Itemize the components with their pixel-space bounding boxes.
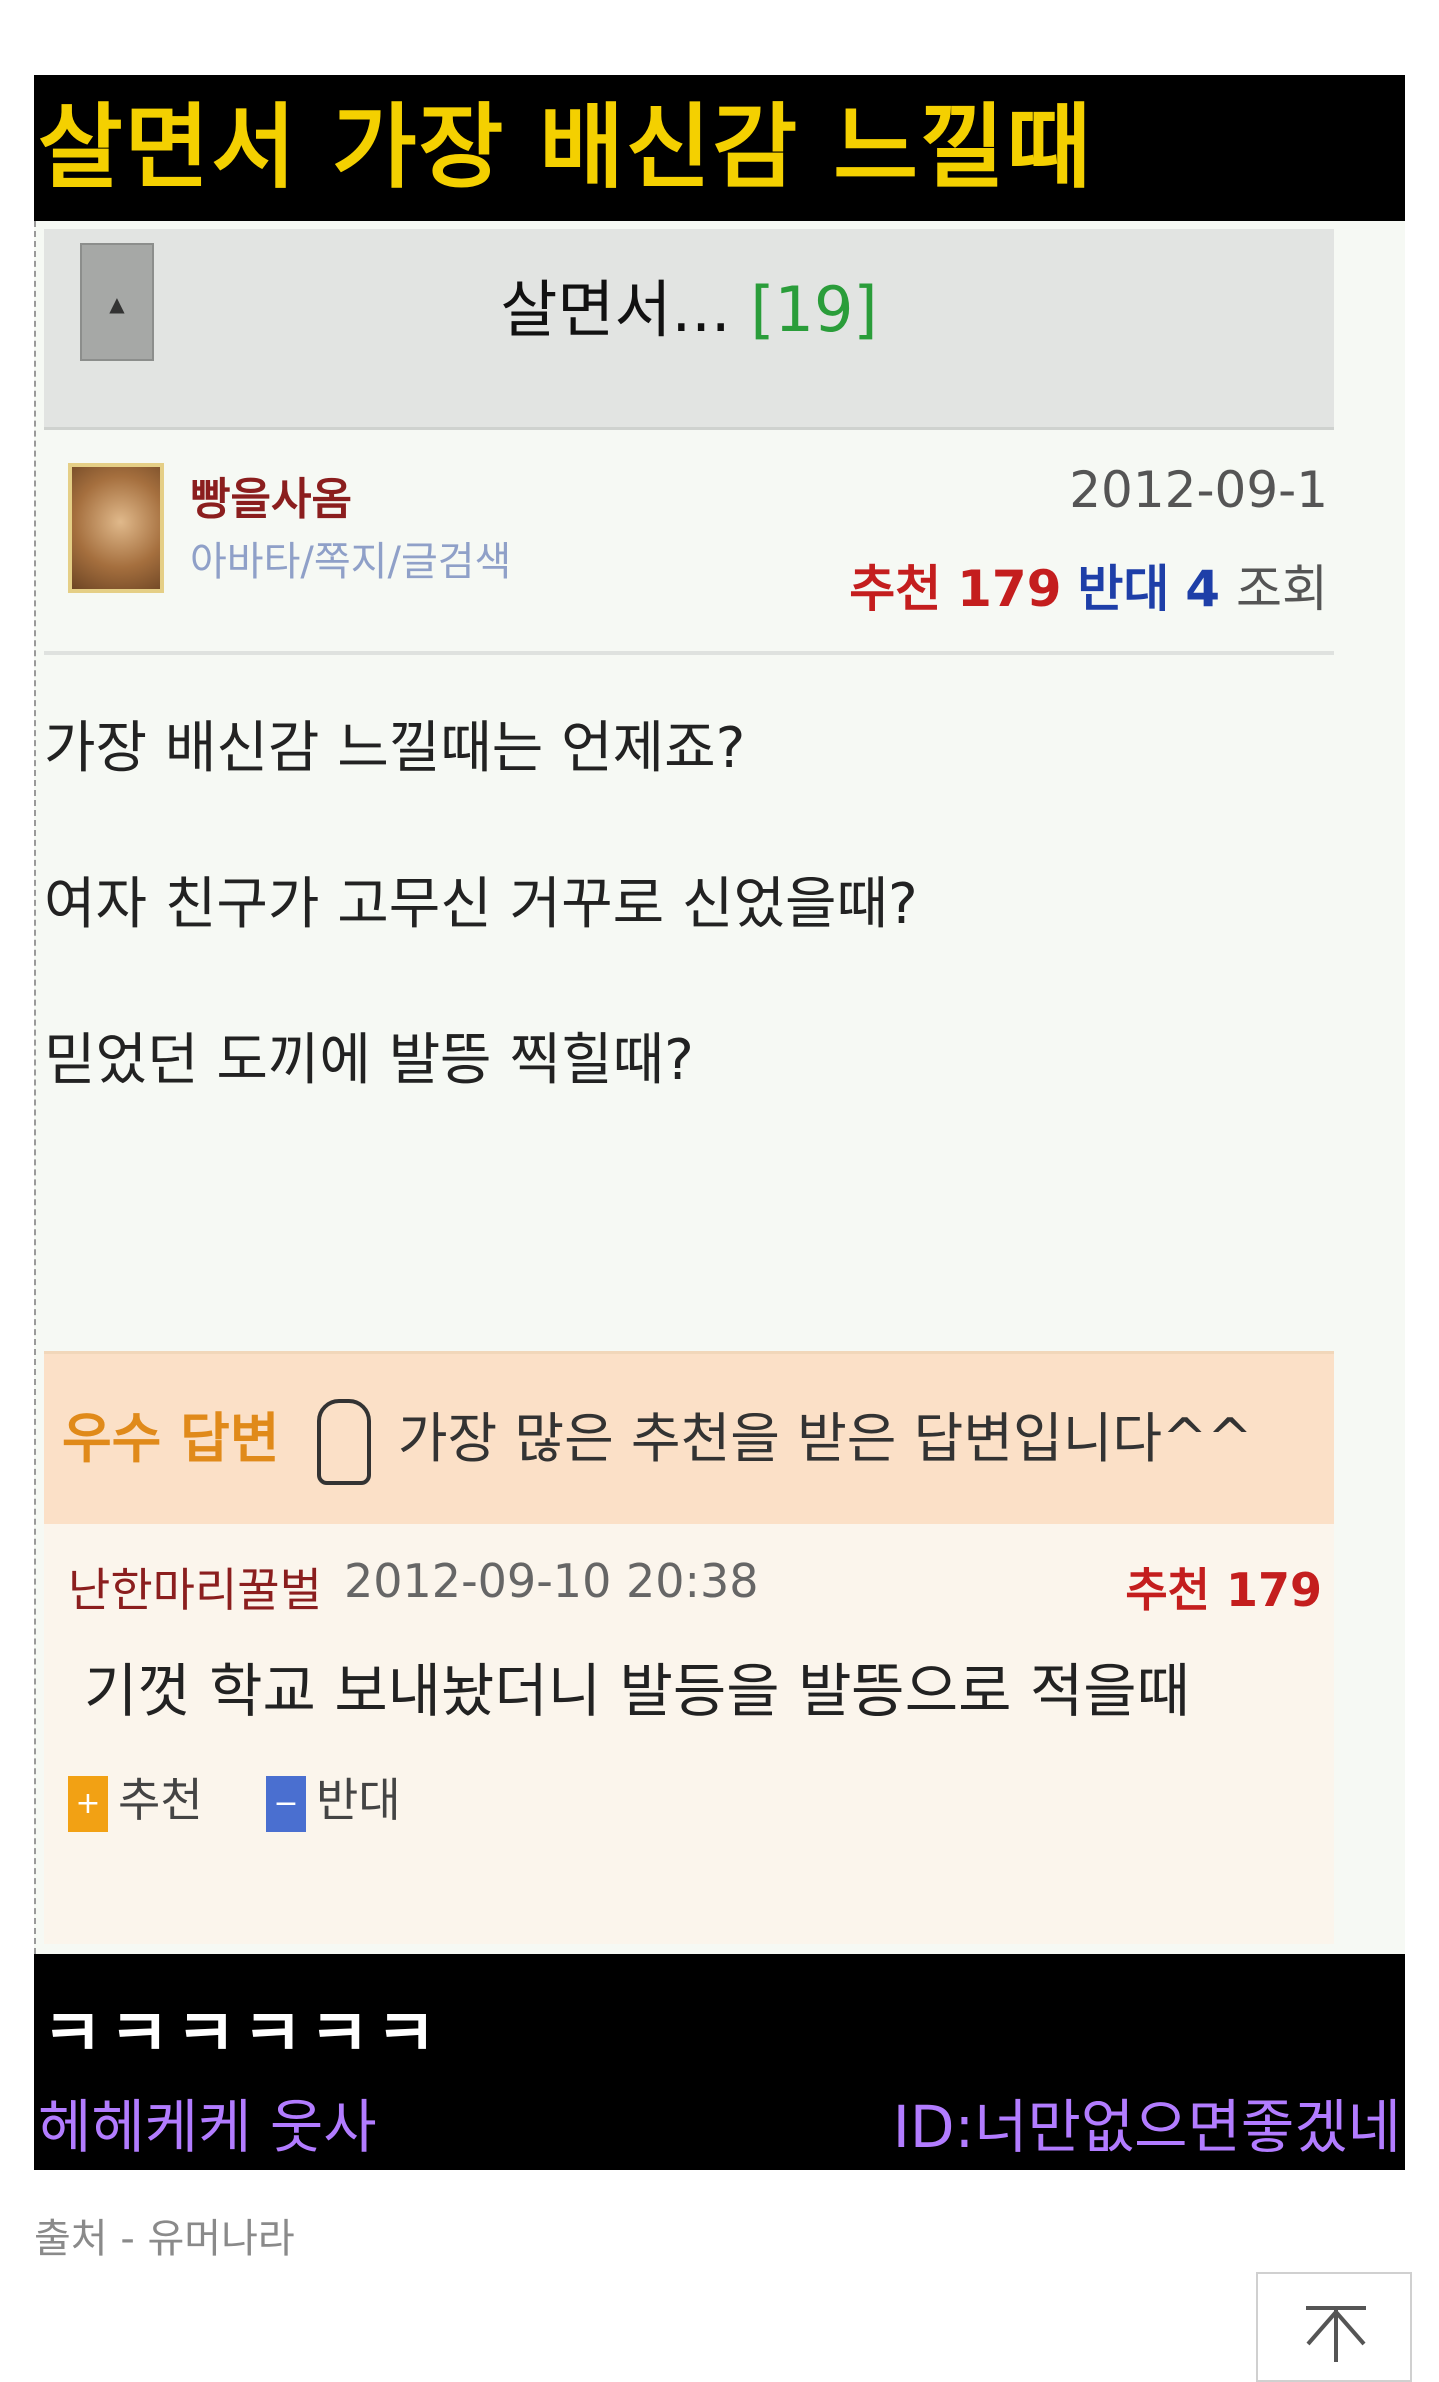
plus-icon: + [68, 1775, 108, 1832]
best-answer-box: 우수 답변 가장 많은 추천을 받은 답변입니다^^ 난한마리꿀벌 2012-0… [44, 1351, 1334, 1944]
watermark-left: 헤헤케케 웃사 [38, 2093, 377, 2161]
author-name[interactable]: 빵을사옴 [190, 463, 352, 527]
answer-text: 기껏 학교 보내놨더니 발등을 발뜽으로 적을때 [84, 1657, 1191, 1725]
answer-rec-count: 추천 179 [1125, 1563, 1322, 1617]
source-credit: 출처 - 유머나라 [34, 2216, 295, 2262]
downvote-label: 반대 [316, 1773, 401, 1827]
opp-value: 4 [1185, 560, 1221, 618]
avatar[interactable] [68, 463, 164, 593]
forum-screenshot: ▲ 살면서... [19] 빵을사옴 아바타/쪽지/글검색 2012-09-1 … [34, 221, 1405, 1954]
thread-title-text: 살면서... [500, 273, 731, 346]
best-answer-label: 우수 답변 [62, 1407, 280, 1470]
post-header: 빵을사옴 아바타/쪽지/글검색 2012-09-1 추천 179 반대 4 조회 [44, 431, 1334, 655]
author-links[interactable]: 아바타/쪽지/글검색 [190, 529, 511, 587]
meme-caption-bar: ㅋㅋㅋㅋㅋㅋ 헤헤케케 웃사 ID:너만없으면좋겠네 [34, 1954, 1405, 2170]
upvote-button[interactable]: + 추천 [68, 1764, 203, 1832]
meme-title: 살면서 가장 배신감 느낄때 [34, 75, 1405, 221]
post-line-3: 믿었던 도끼에 발뜽 찍힐때? [44, 1028, 694, 1093]
minus-icon: − [266, 1775, 306, 1832]
comment-count: [19] [750, 273, 878, 346]
upvote-label: 추천 [118, 1773, 203, 1827]
post-stats: 추천 179 반대 4 조회 [849, 549, 1328, 621]
answer-author[interactable]: 난한마리꿀벌 [68, 1554, 322, 1620]
views-label: 조회 [1236, 560, 1328, 618]
downvote-button[interactable]: − 반대 [266, 1764, 401, 1832]
thumbs-up-icon [316, 1399, 371, 1486]
laugh-text: ㅋㅋㅋㅋㅋㅋ [42, 1995, 443, 2072]
best-answer-desc: 가장 많은 추천을 받은 답변입니다^^ [397, 1407, 1253, 1470]
scroll-top-icon [1306, 2306, 1366, 2362]
post-line-1: 가장 배신감 느낄때는 언제죠? [44, 716, 746, 781]
thread-title: 살면서... [19] [44, 259, 1334, 349]
rec-value: 179 [957, 560, 1062, 618]
best-answer-header: 우수 답변 가장 많은 추천을 받은 답변입니다^^ [44, 1354, 1334, 1524]
meme-image: 살면서 가장 배신감 느낄때 ▲ 살면서... [19] 빵을사옴 아바타/쪽지… [34, 75, 1405, 2170]
post-line-2: 여자 친구가 고무신 거꾸로 신었을때? [44, 872, 918, 937]
opp-label: 반대 [1077, 560, 1170, 618]
answer-date: 2012-09-10 20:38 [344, 1554, 759, 1608]
rec-label: 추천 [849, 560, 942, 618]
scroll-top-button[interactable] [1256, 2272, 1412, 2382]
watermark-right: ID:너만없으면좋겠네 [892, 2093, 1401, 2161]
forum-top-nav: ▲ 살면서... [19] [44, 229, 1334, 430]
post-date: 2012-09-1 [1069, 461, 1328, 519]
